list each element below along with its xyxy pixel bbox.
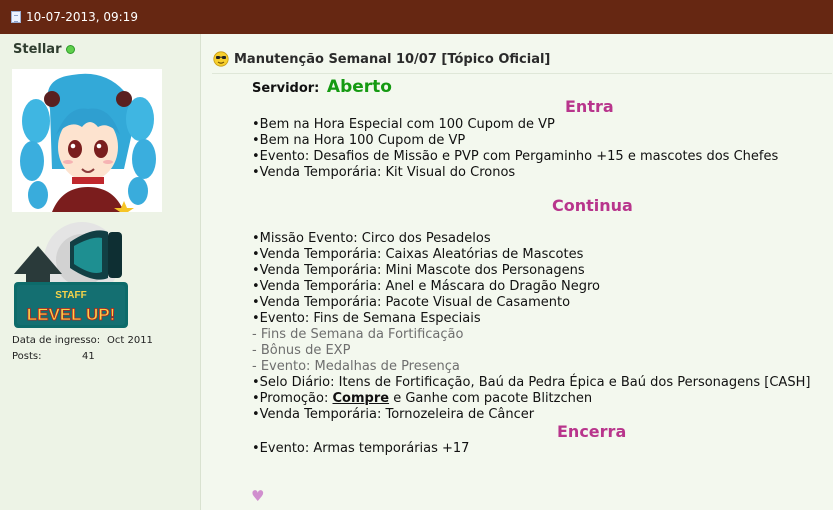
- posts-label: Posts:: [12, 351, 42, 362]
- list-item: •Bem na Hora Especial com 100 Cupom de V…: [252, 117, 555, 132]
- server-status-line: Servidor: Aberto: [252, 79, 392, 97]
- list-item: •Bem na Hora 100 Cupom de VP: [252, 133, 466, 148]
- post-header-bar: 10-07-2013, 09:19: [0, 0, 833, 34]
- list-item: •Venda Temporária: Caixas Aleatórias de …: [252, 247, 584, 262]
- promo-prefix: •Promoção:: [252, 391, 333, 406]
- compre-link[interactable]: Compre: [333, 391, 390, 406]
- title-divider: [212, 73, 832, 74]
- section-heading-encerra: Encerra: [557, 422, 627, 441]
- section-heading-continua: Continua: [552, 196, 633, 215]
- cool-smiley-icon: [213, 51, 229, 67]
- posts-value: 41: [82, 351, 95, 362]
- list-item: •Venda Temporária: Anel e Máscara do Dra…: [252, 279, 600, 294]
- document-icon: [11, 11, 21, 23]
- sub-list-item: - Fins de Semana da Fortificação: [252, 327, 464, 342]
- online-status-icon: [65, 45, 75, 54]
- server-status: Aberto: [326, 77, 392, 97]
- posts-row: Posts: 41: [12, 351, 162, 367]
- post-date: 10-07-2013, 09:19: [26, 10, 138, 24]
- badge-staff-text: STAFF: [55, 290, 86, 301]
- list-item: •Selo Diário: Itens de Fortificação, Baú…: [252, 375, 811, 390]
- promo-suffix: e Ganhe com pacote Blitzchen: [389, 391, 593, 406]
- avatar[interactable]: [12, 69, 162, 212]
- heart-icon: ♥: [251, 487, 265, 505]
- staff-level-up-badge: STAFF LEVEL UP!: [14, 222, 128, 328]
- sub-list-item: - Bônus de EXP: [252, 343, 351, 358]
- user-sidebar: Stellar STAFF LEVEL UP! Data de ingresso…: [0, 34, 201, 510]
- username-link[interactable]: Stellar: [13, 42, 62, 57]
- sub-list-item: - Evento: Medalhas de Presença: [252, 359, 460, 374]
- post-title: Manutenção Semanal 10/07 [Tópico Oficial…: [234, 51, 551, 67]
- join-date-label: Data de ingresso:: [12, 335, 101, 346]
- post-body: Manutenção Semanal 10/07 [Tópico Oficial…: [201, 34, 833, 510]
- list-item: •Evento: Armas temporárias +17: [252, 441, 470, 456]
- badge-level-up-text: LEVEL UP!: [27, 305, 115, 324]
- list-item: •Venda Temporária: Kit Visual do Cronos: [252, 165, 516, 180]
- list-item: •Venda Temporária: Tornozeleira de Cânce…: [252, 407, 535, 422]
- join-date-row: Data de ingresso: Oct 2011: [12, 335, 162, 351]
- list-item: •Venda Temporária: Mini Mascote dos Pers…: [252, 263, 585, 278]
- join-date-value: Oct 2011: [107, 335, 153, 346]
- post-title-row: Manutenção Semanal 10/07 [Tópico Oficial…: [213, 51, 550, 67]
- list-item: •Evento: Fins de Semana Especiais: [252, 311, 481, 326]
- server-label: Servidor:: [252, 81, 320, 96]
- list-item: •Venda Temporária: Pacote Visual de Casa…: [252, 295, 571, 310]
- list-item: •Evento: Desafios de Missão e PVP com Pe…: [252, 149, 779, 164]
- list-item: •Missão Evento: Circo dos Pesadelos: [252, 231, 491, 246]
- user-info: Data de ingresso: Oct 2011 Posts: 41: [12, 335, 162, 367]
- username-row: Stellar: [13, 42, 75, 57]
- section-heading-entra: Entra: [565, 97, 614, 116]
- promo-line: •Promoção: Compre e Ganhe com pacote Bli…: [252, 391, 592, 407]
